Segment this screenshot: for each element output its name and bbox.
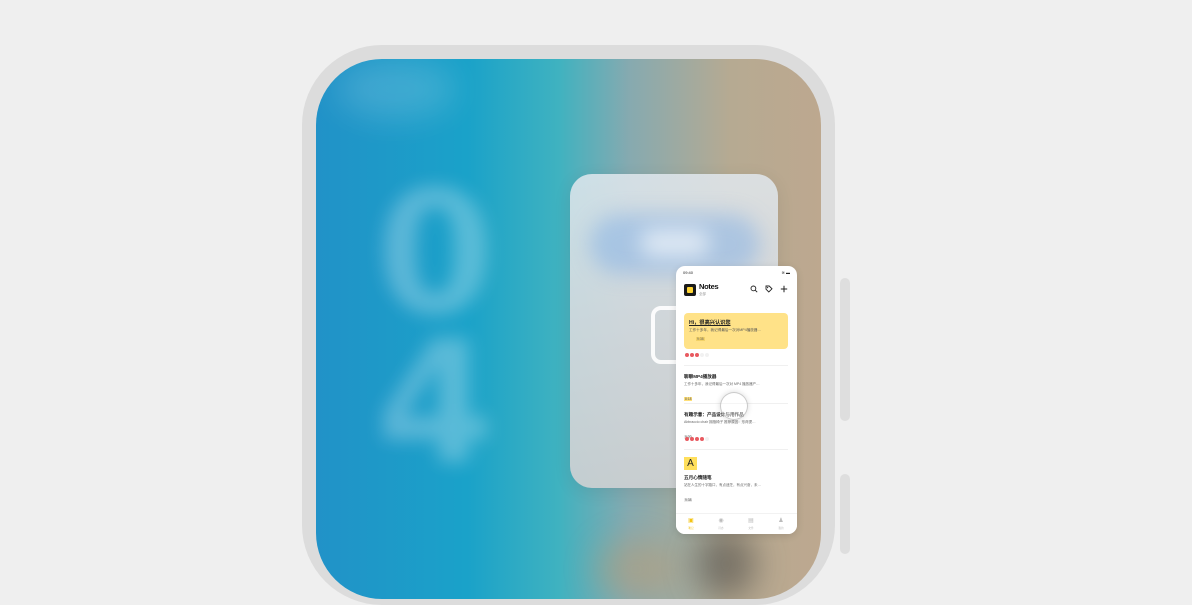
notes-tab-icon: ▣	[688, 518, 694, 524]
battery-icon: ▬	[786, 270, 790, 275]
note-date: 8:18	[684, 397, 693, 401]
note-item[interactable]: 五月心情随笔 站在人生的十字路口，有点迷茫，有点兴奋，未… 9:38	[684, 475, 788, 506]
app-title: Notes	[699, 282, 719, 291]
rating-dot	[705, 353, 709, 357]
rating-dot	[700, 437, 704, 441]
volume-button	[840, 278, 850, 421]
divider	[684, 449, 788, 450]
note-date: 9:38	[684, 498, 693, 502]
divider	[684, 365, 788, 366]
tab-files[interactable]: ▤ 文件	[741, 518, 761, 530]
welcome-note-body: 工作十多年，我记得最后一次对MP4播放器…	[689, 328, 762, 332]
wifi-icon: ≋	[781, 270, 785, 275]
app-logo-icon	[684, 284, 696, 296]
status-time: 09:40	[683, 270, 694, 275]
note-title: 五月心情随笔	[684, 475, 712, 480]
user-icon: ♟	[778, 518, 784, 524]
welcome-note-rating	[685, 353, 709, 357]
tab-label: 文件	[748, 527, 754, 530]
tab-label: 待办	[718, 527, 724, 530]
note-rating	[685, 437, 709, 441]
rating-dot	[690, 437, 694, 441]
note-body: 工作十多年，我记得最后一次对 MP4 播放器产…	[684, 382, 760, 386]
note-body: 站在人生的十字路口，有点迷茫，有点兴奋，未…	[684, 483, 761, 487]
note-body: Abbraccio chair 拥抱椅子 推荐原因：形荷提…	[684, 420, 756, 424]
status-icons: ≋ ▬	[782, 270, 790, 275]
rating-dot	[700, 353, 704, 357]
wallpaper-highlight	[336, 59, 456, 119]
rating-dot	[690, 353, 694, 357]
rating-dot	[685, 353, 689, 357]
rating-dot	[685, 437, 689, 441]
wallpaper-spot	[596, 539, 676, 599]
welcome-note-title: Hi，很高兴认识您	[689, 320, 731, 326]
ghost-card-blur-light	[640, 229, 710, 257]
tag-icon[interactable]	[765, 285, 773, 295]
tab-notes[interactable]: ▣ 笔记	[681, 518, 701, 530]
wallpaper-dark-spot	[696, 529, 756, 599]
tab-todo[interactable]: ◉ 待办	[711, 518, 731, 530]
add-icon[interactable]	[780, 285, 788, 295]
app-subtitle[interactable]: 全部	[699, 292, 706, 297]
note-letter-badge: A	[684, 457, 697, 470]
tab-label: 我的	[778, 527, 784, 530]
rating-dot	[695, 353, 699, 357]
rating-dot	[705, 437, 709, 441]
rating-dot	[695, 437, 699, 441]
search-icon[interactable]	[750, 285, 758, 295]
bottom-tab-bar: ▣ 笔记 ◉ 待办 ▤ 文件 ♟ 我的	[676, 513, 797, 534]
tab-profile[interactable]: ♟ 我的	[771, 518, 791, 530]
file-icon: ▤	[748, 518, 754, 524]
welcome-note-card[interactable]: Hi，很高兴认识您 工作十多年，我记得最后一次对MP4播放器… 9:38	[684, 313, 788, 349]
touch-indicator	[720, 392, 748, 420]
welcome-note-date: 9:38	[696, 337, 705, 341]
blurred-lock-clock: 04	[376, 155, 495, 503]
tab-label: 笔记	[688, 527, 694, 530]
note-title: 聊聊MP4播放器	[684, 374, 717, 379]
power-button	[840, 474, 850, 554]
check-circle-icon: ◉	[718, 518, 724, 524]
